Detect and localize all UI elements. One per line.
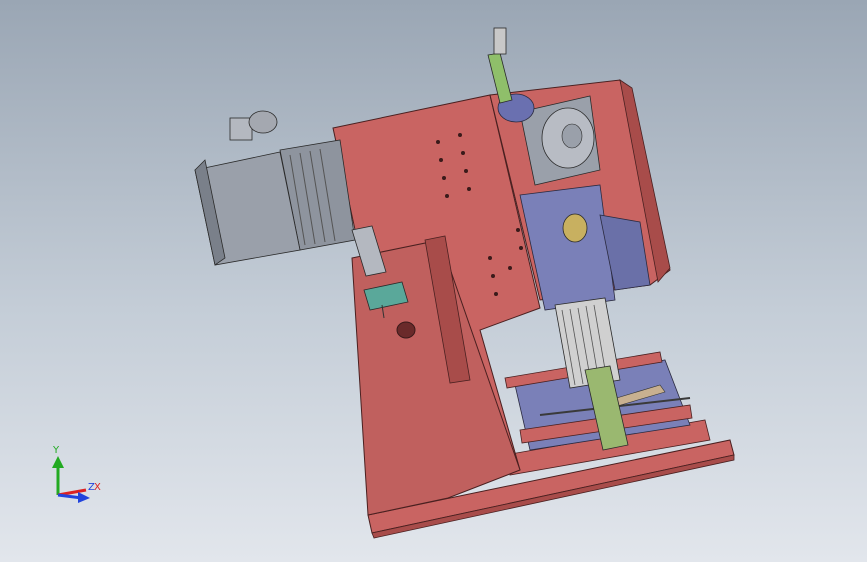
triad-x-label: X — [94, 482, 101, 493]
coordinate-triad: Y Z X — [52, 445, 101, 503]
frame-large-hole — [396, 321, 416, 339]
slide-housing-bore — [562, 213, 588, 243]
sensor-head — [493, 27, 507, 55]
bearing-center — [561, 123, 583, 149]
triad-y-label: Y — [52, 445, 60, 456]
machine-assembly[interactable] — [194, 27, 735, 539]
motor-encoder — [229, 110, 278, 141]
cad-viewport[interactable] — [0, 0, 867, 562]
triad-y-axis — [52, 456, 64, 495]
